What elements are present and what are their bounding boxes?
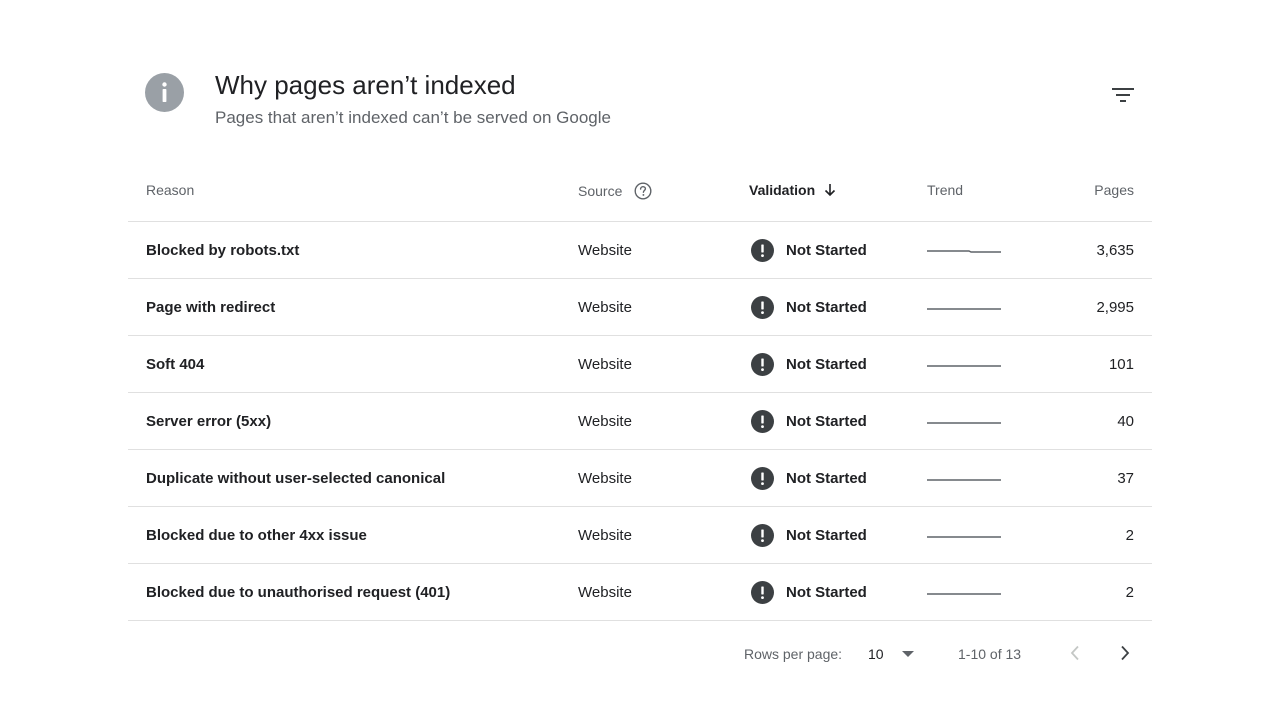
trend-sparkline <box>927 336 1001 393</box>
table-row[interactable]: Server error (5xx) Website Not Started 4… <box>128 393 1152 450</box>
column-header-source[interactable]: Source <box>578 182 652 200</box>
pages-count: 2 <box>1125 584 1134 601</box>
validation-status: Not Started <box>786 413 867 430</box>
validation-status: Not Started <box>786 584 867 601</box>
exclamation-icon <box>751 524 774 547</box>
source-cell: Website <box>578 584 632 601</box>
source-cell: Website <box>578 242 632 259</box>
reason-cell: Duplicate without user-selected canonica… <box>146 470 446 487</box>
pages-count: 40 <box>1117 413 1134 430</box>
page-range: 1-10 of 13 <box>958 646 1022 662</box>
validation-cell: Not Started <box>751 450 867 507</box>
trend-sparkline <box>927 450 1001 507</box>
column-label-pages: Pages <box>1094 182 1134 198</box>
trend-sparkline <box>927 507 1001 564</box>
page-subtitle: Pages that aren’t indexed can’t be serve… <box>215 108 611 127</box>
column-label-source: Source <box>578 183 623 199</box>
filter-icon <box>1112 87 1134 103</box>
rows-per-page-label: Rows per page: <box>744 646 843 662</box>
table-row[interactable]: Page with redirect Website Not Started 2… <box>128 279 1152 336</box>
rows-per-page-value: 10 <box>868 646 884 662</box>
validation-status: Not Started <box>786 242 867 259</box>
table-row[interactable]: Blocked due to unauthorised request (401… <box>128 564 1152 621</box>
filter-button[interactable] <box>1106 78 1140 112</box>
column-label-validation: Validation <box>749 182 816 198</box>
column-header-reason[interactable]: Reason <box>146 182 194 198</box>
chevron-right-icon <box>1120 645 1130 661</box>
exclamation-icon <box>751 581 774 604</box>
source-cell: Website <box>578 356 632 373</box>
table-header: Reason Source Validation Trend Pages <box>128 160 1152 222</box>
reason-cell: Server error (5xx) <box>146 413 272 430</box>
info-icon <box>145 73 184 112</box>
validation-cell: Not Started <box>751 564 867 621</box>
source-cell: Website <box>578 299 632 316</box>
column-header-pages[interactable]: Pages <box>1094 182 1134 198</box>
validation-cell: Not Started <box>751 222 867 279</box>
table-row[interactable]: Soft 404 Website Not Started 101 <box>128 336 1152 393</box>
exclamation-icon <box>751 467 774 490</box>
chevron-left-icon <box>1070 645 1080 661</box>
card-header: Why pages aren’t indexed Pages that aren… <box>128 60 1152 140</box>
pages-count: 2,995 <box>1096 299 1134 316</box>
validation-cell: Not Started <box>751 279 867 336</box>
trend-sparkline <box>927 564 1001 621</box>
exclamation-icon <box>751 296 774 319</box>
reason-cell: Soft 404 <box>146 356 205 373</box>
source-cell: Website <box>578 527 632 544</box>
exclamation-icon <box>751 239 774 262</box>
exclamation-icon <box>751 410 774 433</box>
caret-down-icon <box>901 650 914 658</box>
previous-page-button[interactable] <box>1064 640 1086 666</box>
arrow-down-icon <box>823 183 837 197</box>
column-header-trend[interactable]: Trend <box>927 182 963 198</box>
indexing-report-card: Why pages aren’t indexed Pages that aren… <box>128 0 1152 720</box>
validation-cell: Not Started <box>751 336 867 393</box>
trend-sparkline <box>927 222 1001 279</box>
help-icon[interactable] <box>634 182 652 200</box>
reason-cell: Page with redirect <box>146 299 276 316</box>
reason-cell: Blocked due to unauthorised request (401… <box>146 584 451 601</box>
validation-status: Not Started <box>786 299 867 316</box>
validation-status: Not Started <box>786 356 867 373</box>
reason-cell: Blocked by robots.txt <box>146 242 300 259</box>
pages-count: 2 <box>1125 527 1134 544</box>
pages-count: 37 <box>1117 470 1134 487</box>
source-cell: Website <box>578 413 632 430</box>
trend-sparkline <box>927 279 1001 336</box>
pages-count: 3,635 <box>1096 242 1134 259</box>
validation-status: Not Started <box>786 470 867 487</box>
next-page-button[interactable] <box>1114 640 1136 666</box>
table-row[interactable]: Duplicate without user-selected canonica… <box>128 450 1152 507</box>
validation-cell: Not Started <box>751 507 867 564</box>
table-row[interactable]: Blocked by robots.txt Website Not Starte… <box>128 222 1152 279</box>
validation-status: Not Started <box>786 527 867 544</box>
exclamation-icon <box>751 353 774 376</box>
column-label-trend: Trend <box>927 182 964 198</box>
trend-sparkline <box>927 393 1001 450</box>
reason-cell: Blocked due to other 4xx issue <box>146 527 367 544</box>
page-title: Why pages aren’t indexed <box>215 70 516 100</box>
validation-cell: Not Started <box>751 393 867 450</box>
reasons-table: Reason Source Validation Trend Pages Blo… <box>128 160 1152 621</box>
pages-count: 101 <box>1108 356 1134 373</box>
source-cell: Website <box>578 470 632 487</box>
pagination-bar: Rows per page: 10 1-10 of 13 <box>128 622 1152 686</box>
column-header-validation[interactable]: Validation <box>749 182 837 198</box>
column-label-reason: Reason <box>146 182 195 198</box>
rows-per-page-select[interactable]: 10 <box>868 646 914 662</box>
table-row[interactable]: Blocked due to other 4xx issue Website N… <box>128 507 1152 564</box>
